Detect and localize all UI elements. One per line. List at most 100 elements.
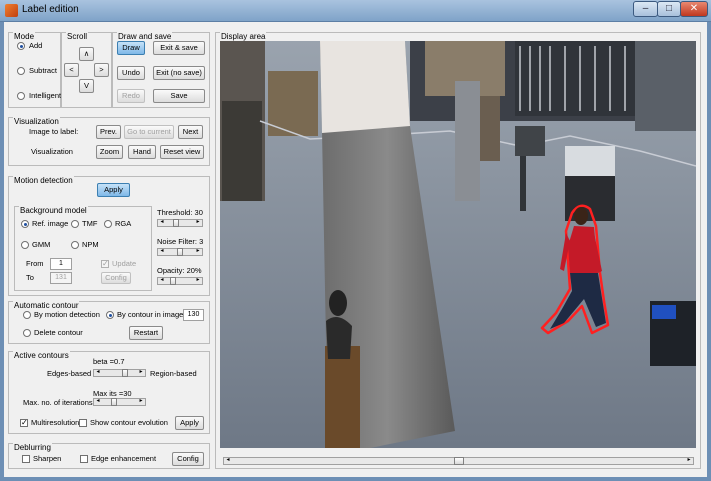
iterations-slider[interactable]: ◂ ▸ — [93, 398, 146, 406]
visualization-label: Visualization — [31, 147, 73, 156]
rga-label: RGA — [115, 219, 132, 228]
delete-contour-radio[interactable] — [23, 329, 31, 337]
beta-right-arrow[interactable]: ▸ — [137, 369, 145, 377]
contour-image-field[interactable]: 130 — [183, 309, 204, 321]
display-image[interactable] — [220, 41, 696, 448]
by-contour-radio[interactable] — [106, 311, 114, 319]
title-bar: Label edition – □ ✕ — [0, 0, 711, 22]
mode-title: Mode — [13, 32, 36, 41]
update-checkbox[interactable]: ✓ — [101, 260, 109, 268]
exit-save-button[interactable]: Exit & save — [153, 41, 205, 55]
to-label: To — [26, 273, 34, 282]
redo-button[interactable]: Redo — [117, 89, 145, 103]
max-iterations-label: Max. no. of iterations: — [23, 398, 95, 407]
draw-save-title: Draw and save — [117, 32, 173, 41]
from-label: From — [26, 259, 44, 268]
bg-config-button[interactable]: Config — [101, 272, 131, 284]
threshold-left-arrow[interactable]: ◂ — [158, 219, 166, 227]
threshold-right-arrow[interactable]: ▸ — [194, 219, 202, 227]
sharpen-checkbox[interactable] — [22, 455, 30, 463]
sharpen-label: Sharpen — [33, 454, 62, 463]
visualization-title: Visualization — [13, 117, 60, 126]
tmf-radio[interactable] — [71, 220, 79, 228]
opacity-slider[interactable]: ◂ ▸ — [157, 277, 203, 285]
show-evolution-label: Show contour evolution — [90, 418, 168, 427]
multiresolution-label: Multiresolution — [31, 418, 80, 427]
max-its-label: Max its =30 — [93, 389, 132, 398]
deblurring-panel: Deblurring Sharpen Edge enhancement Conf… — [8, 443, 210, 469]
scene-image — [220, 41, 696, 448]
background-model-title: Background model — [19, 206, 88, 215]
scroll-panel: Scroll ∧ < > V — [61, 32, 112, 108]
display-horizontal-scrollbar[interactable]: ◂ ▸ — [223, 457, 694, 465]
show-evolution-checkbox[interactable] — [79, 419, 87, 427]
deblur-config-button[interactable]: Config — [172, 452, 204, 466]
from-field[interactable]: 1 — [50, 258, 72, 270]
rga-radio[interactable] — [104, 220, 112, 228]
prev-button[interactable]: Prev. — [96, 125, 121, 139]
ref-image-label: Ref. image — [32, 219, 69, 228]
display-scroll-left-arrow[interactable]: ◂ — [224, 457, 232, 465]
beta-left-arrow[interactable]: ◂ — [94, 369, 102, 377]
noise-right-arrow[interactable]: ▸ — [194, 248, 202, 256]
mode-subtract-radio[interactable] — [17, 67, 25, 75]
close-button[interactable]: ✕ — [680, 1, 708, 17]
motion-apply-button[interactable]: Apply — [97, 183, 130, 197]
maximize-button[interactable]: □ — [657, 1, 681, 17]
beta-slider[interactable]: ◂ ▸ — [93, 369, 146, 377]
beta-thumb[interactable] — [122, 369, 129, 377]
contours-apply-button[interactable]: Apply — [175, 416, 204, 430]
noise-left-arrow[interactable]: ◂ — [158, 248, 166, 256]
draw-button[interactable]: Draw — [117, 41, 145, 55]
ref-image-radio[interactable] — [21, 220, 29, 228]
threshold-label: Threshold: 30 — [157, 208, 203, 217]
by-motion-radio[interactable] — [23, 311, 31, 319]
reset-view-button[interactable]: Reset view — [160, 145, 204, 159]
scroll-right-button[interactable]: > — [94, 63, 109, 77]
scroll-down-button[interactable]: V — [79, 79, 94, 93]
active-contours-panel: Active contours beta =0.7 Edges-based ◂ … — [8, 351, 210, 434]
opacity-left-arrow[interactable]: ◂ — [158, 277, 166, 285]
edge-enhancement-label: Edge enhancement — [91, 454, 157, 463]
multiresolution-checkbox[interactable]: ✓ — [20, 419, 28, 427]
go-to-current-button[interactable]: Go to current — [124, 125, 174, 139]
gmm-label: GMM — [32, 240, 51, 249]
active-contours-title: Active contours — [13, 351, 70, 360]
region-based-label: Region-based — [150, 369, 197, 378]
noise-thumb[interactable] — [177, 248, 183, 256]
npm-label: NPM — [82, 240, 99, 249]
display-scroll-right-arrow[interactable]: ▸ — [685, 457, 693, 465]
edge-enhancement-checkbox[interactable] — [80, 455, 88, 463]
opacity-thumb[interactable] — [170, 277, 177, 285]
threshold-thumb[interactable] — [172, 219, 179, 227]
scroll-left-button[interactable]: < — [64, 63, 79, 77]
to-field[interactable]: 131 — [50, 272, 72, 284]
gmm-radio[interactable] — [21, 241, 29, 249]
automatic-contour-panel: Automatic contour By motion detection By… — [8, 301, 210, 344]
scroll-up-button[interactable]: ∧ — [79, 47, 94, 61]
next-button[interactable]: Next — [178, 125, 203, 139]
image-to-label-label: Image to label: — [29, 127, 79, 136]
npm-radio[interactable] — [71, 241, 79, 249]
deblurring-title: Deblurring — [13, 443, 52, 452]
zoom-button[interactable]: Zoom — [96, 145, 123, 159]
iterations-right-arrow[interactable]: ▸ — [137, 398, 145, 406]
save-button[interactable]: Save — [153, 89, 205, 103]
minimize-button[interactable]: – — [633, 1, 658, 17]
opacity-label: Opacity: 20% — [157, 266, 202, 275]
edges-based-label: Edges-based — [47, 369, 92, 378]
restart-button[interactable]: Restart — [129, 326, 163, 340]
automatic-contour-title: Automatic contour — [13, 301, 80, 310]
noise-filter-slider[interactable]: ◂ ▸ — [157, 248, 203, 256]
display-scroll-thumb[interactable] — [453, 457, 464, 465]
mode-intelligent-radio[interactable] — [17, 92, 25, 100]
threshold-slider[interactable]: ◂ ▸ — [157, 219, 203, 227]
motion-detection-panel: Motion detection Apply Background model … — [8, 176, 210, 296]
iterations-thumb[interactable] — [110, 398, 117, 406]
exit-nosave-button[interactable]: Exit (no save) — [153, 66, 205, 80]
opacity-right-arrow[interactable]: ▸ — [194, 277, 202, 285]
iterations-left-arrow[interactable]: ◂ — [94, 398, 102, 406]
undo-button[interactable]: Undo — [117, 66, 145, 80]
mode-add-radio[interactable] — [17, 42, 25, 50]
hand-button[interactable]: Hand — [128, 145, 156, 159]
